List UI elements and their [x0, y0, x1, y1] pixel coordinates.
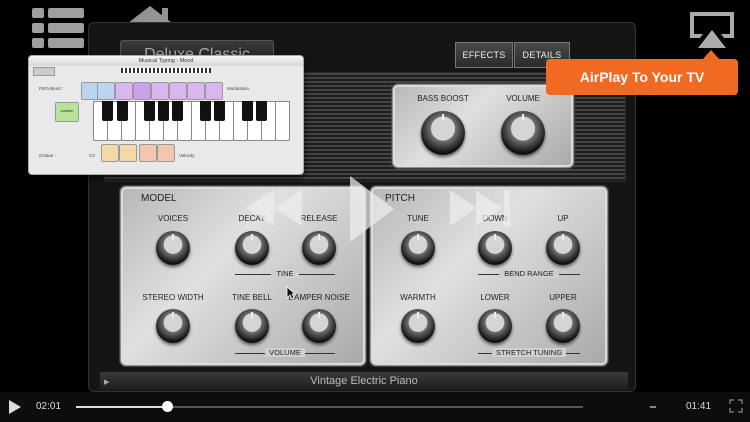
volume-group-label: VOLUME [265, 348, 305, 357]
mod-key-6[interactable] [205, 82, 223, 100]
elapsed-time: 02:01 [36, 401, 62, 412]
window-toolbar-buttons[interactable] [33, 67, 55, 76]
stereo-width-label: STEREO WIDTH [142, 293, 204, 302]
black-key-3[interactable] [144, 101, 155, 121]
tine-bell-knob[interactable] [235, 309, 269, 343]
stretch-lower-knob[interactable] [478, 309, 512, 343]
mod-key-1[interactable] [115, 82, 133, 100]
decay-knob[interactable] [235, 231, 269, 265]
stereo-width-knob[interactable] [156, 309, 190, 343]
black-key-7[interactable] [214, 101, 225, 121]
bend-up-knob[interactable] [546, 231, 580, 265]
sustain-key[interactable]: sustain [55, 102, 79, 122]
menu-list-icon[interactable] [32, 6, 84, 50]
airplay-promo-badge[interactable]: AirPlay To Your TV [546, 59, 738, 95]
voices-label: VOICES [157, 214, 189, 223]
warmth-knob[interactable] [401, 309, 435, 343]
remaining-time: 01:41 [686, 401, 712, 412]
octave-label: Octave : [39, 153, 56, 158]
black-key-9[interactable] [256, 101, 267, 121]
velocity-up-key[interactable] [157, 144, 175, 162]
octave-down-key[interactable] [101, 144, 119, 162]
damper-noise-knob[interactable] [302, 309, 336, 343]
modulation-label: Modulation [227, 86, 250, 91]
black-key-5[interactable] [172, 101, 183, 121]
stretch-upper-knob[interactable] [546, 309, 580, 343]
black-key-4[interactable] [158, 101, 169, 121]
play-icon[interactable] [348, 174, 396, 244]
velocity-label: Velocity [179, 153, 195, 158]
black-key-2[interactable] [117, 101, 128, 121]
tine-group-label: TINE [271, 269, 299, 278]
white-key-14[interactable] [275, 101, 290, 141]
up-label: UP [557, 214, 569, 223]
volume-label: VOLUME [506, 94, 540, 103]
airplay-icon[interactable] [688, 10, 736, 50]
warmth-label: WARMTH [400, 293, 436, 302]
bass-boost-label: BASS BOOST [417, 94, 469, 103]
upper-label: UPPER [549, 293, 577, 302]
footer-disclosure-icon[interactable]: ▶ [104, 378, 109, 386]
black-key-6[interactable] [200, 101, 211, 121]
voices-knob[interactable] [156, 231, 190, 265]
mod-key-2[interactable] [133, 82, 151, 100]
pitch-key-2[interactable] [97, 82, 115, 100]
instrument-footer: Vintage Electric Piano [100, 372, 628, 390]
release-knob[interactable] [302, 231, 336, 265]
mod-key-3[interactable] [151, 82, 169, 100]
musical-typing-title: Musical Typing - Mood [29, 56, 303, 66]
volume-indicator-icon[interactable] [650, 406, 656, 408]
bass-boost-knob[interactable] [421, 111, 465, 155]
airplay-badge-pointer [702, 50, 720, 60]
bend-down-knob[interactable] [478, 231, 512, 265]
velocity-down-key[interactable] [139, 144, 157, 162]
progress-fill [76, 406, 168, 408]
fullscreen-icon[interactable] [729, 399, 743, 418]
stretch-tuning-label: STRETCH TUNING [492, 348, 566, 357]
musical-typing-window[interactable]: Musical Typing - Mood Pitch Bend : Modul… [28, 55, 304, 175]
black-key-8[interactable] [242, 101, 253, 121]
model-panel-title: MODEL [141, 193, 177, 204]
mouse-cursor-icon [286, 286, 297, 305]
effects-button[interactable]: EFFECTS [455, 42, 513, 68]
mod-key-4[interactable] [169, 82, 187, 100]
mini-keyboard-strip[interactable] [121, 68, 211, 73]
mod-key-5[interactable] [187, 82, 205, 100]
black-key-1[interactable] [102, 101, 113, 121]
sustain-label: sustain [60, 108, 74, 113]
output-panel: BASS BOOST VOLUME [392, 84, 574, 168]
pitch-bend-label: Pitch Bend : [39, 86, 64, 91]
rewind-icon[interactable] [244, 188, 306, 228]
fast-forward-icon[interactable] [448, 188, 514, 228]
octave-value: C2 [89, 153, 95, 158]
octave-up-key[interactable] [119, 144, 137, 162]
tune-knob[interactable] [401, 231, 435, 265]
model-panel: MODEL VOICES DECAY RELEASE TINE STEREO W… [120, 186, 366, 366]
volume-knob[interactable] [501, 111, 545, 155]
play-button[interactable] [8, 399, 22, 420]
bend-range-label: BEND RANGE [499, 269, 559, 278]
